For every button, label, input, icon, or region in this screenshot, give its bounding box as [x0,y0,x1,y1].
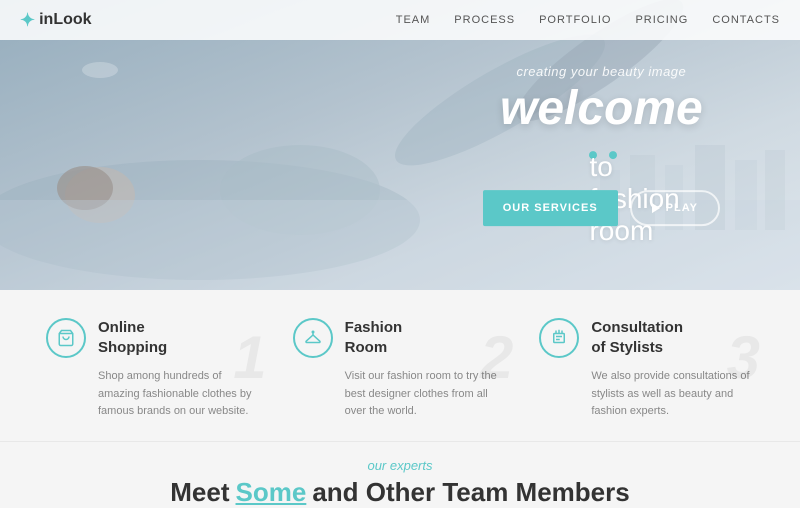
feature-number-1: 1 [233,328,266,388]
our-services-button[interactable]: OUR SERVICES [483,190,618,226]
stylist-icon [539,318,579,358]
hero-content: creating your beauty image welcome to fa… [483,64,720,226]
experts-section: our experts Meet Some and Other Team Mem… [0,441,800,508]
logo-icon: ✦ [20,10,35,31]
features-section: OnlineShopping 1 Shop among hundreds of … [0,290,800,441]
hero-tagline: creating your beauty image [483,64,720,79]
nav-contacts[interactable]: CONTACTS [712,14,780,26]
logo[interactable]: ✦ inLook [20,10,92,31]
nav-pricing[interactable]: PRICING [635,14,688,26]
feature-title-2: FashionRoom [345,318,403,357]
experts-title-pre: Meet [170,477,229,508]
feature-header-2: FashionRoom [293,318,508,358]
feature-fashion-room: FashionRoom 2 Visit our fashion room to … [277,318,524,421]
feature-text-1: Shop among hundreds of amazing fashionab… [46,368,261,421]
logo-text: inLook [39,11,91,29]
nav-links: TEAM PROCESS PORTFOLIO PRICING CONTACTS [396,14,780,26]
feature-online-shopping: OnlineShopping 1 Shop among hundreds of … [30,318,277,421]
experts-title-highlight: Some [236,477,307,508]
feature-header-3: Consultationof Stylists [539,318,754,358]
navbar: ✦ inLook TEAM PROCESS PORTFOLIO PRICING … [0,0,800,40]
experts-title-post: and Other Team Members [312,477,629,508]
feature-number-2: 2 [480,328,513,388]
feature-text-3: We also provide consultations of stylist… [539,368,754,421]
teal-dot-decoration [609,152,617,160]
feather-decoration [80,60,120,85]
feature-text-2: Visit our fashion room to try the best d… [293,368,508,421]
feature-title-3: Consultationof Stylists [591,318,683,357]
shopping-bag-icon [46,318,86,358]
hero-buttons: OUR SERVICES PLAY [483,190,720,226]
hanger-icon [293,318,333,358]
nav-process[interactable]: PROCESS [454,14,515,26]
play-button[interactable]: PLAY [630,190,720,226]
nav-team[interactable]: TEAM [396,14,431,26]
experts-label: our experts [30,458,770,473]
hero-section: creating your beauty image welcome to fa… [0,0,800,290]
play-icon [652,203,660,213]
hero-title: welcome [483,83,720,136]
hero-subtitle: to fashion room [483,138,720,170]
nav-portfolio[interactable]: PORTFOLIO [539,14,611,26]
feature-number-3: 3 [727,328,760,388]
feature-title-1: OnlineShopping [98,318,167,357]
experts-title: Meet Some and Other Team Members [30,477,770,508]
feature-consultation: Consultationof Stylists 3 We also provid… [523,318,770,421]
feature-header-1: OnlineShopping [46,318,261,358]
